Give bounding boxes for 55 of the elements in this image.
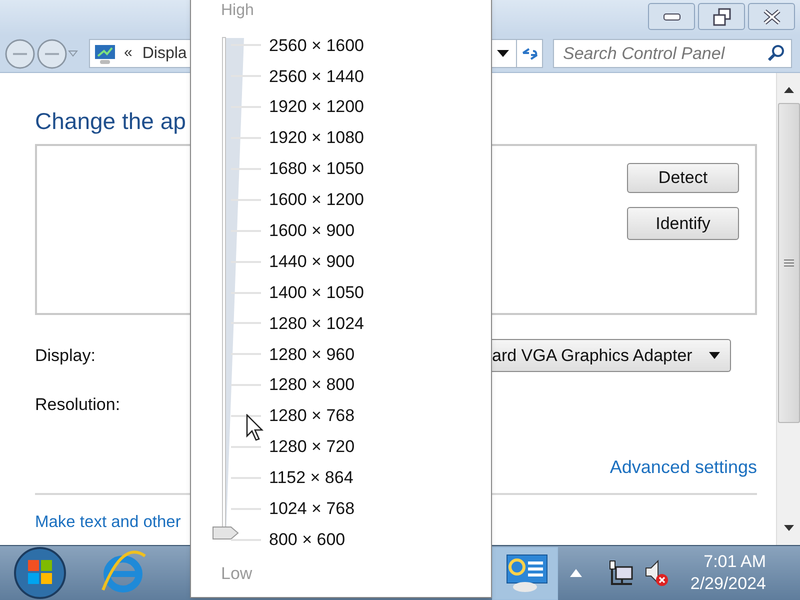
resolution-option[interactable]: 1600 × 1200 — [269, 187, 364, 213]
resolution-option[interactable]: 1920 × 1200 — [269, 94, 364, 120]
identify-button[interactable]: Identify — [627, 207, 739, 240]
scrollbar[interactable] — [776, 73, 800, 545]
resolution-option[interactable]: 1280 × 800 — [269, 372, 355, 398]
resolution-option[interactable]: 2560 × 1440 — [269, 64, 364, 90]
resolution-option[interactable]: 1600 × 900 — [269, 218, 355, 244]
caret-icon — [709, 352, 720, 359]
resolution-option[interactable]: 2560 × 1600 — [269, 32, 364, 58]
resolution-option[interactable]: 1280 × 960 — [269, 342, 355, 368]
search-icon[interactable] — [767, 44, 785, 62]
resolution-option[interactable]: 1280 × 768 — [269, 403, 355, 429]
resolution-label: Resolution: — [35, 394, 120, 416]
low-label: Low — [221, 563, 252, 585]
scrollbar-thumb[interactable] — [778, 103, 800, 423]
close-button[interactable] — [748, 3, 795, 30]
restore-button[interactable] — [698, 3, 745, 30]
page-title: Change the ap — [35, 107, 186, 136]
close-icon — [762, 8, 782, 24]
resolution-option[interactable]: 1280 × 1024 — [269, 310, 364, 336]
minimize-button[interactable] — [648, 3, 695, 30]
minimize-icon — [662, 12, 680, 20]
display-label: Display: — [35, 344, 96, 367]
refresh-icon — [520, 46, 538, 62]
resolution-option[interactable]: 1152 × 864 — [269, 465, 354, 491]
show-hidden-icons-icon[interactable] — [570, 569, 582, 577]
refresh-button[interactable] — [517, 39, 543, 68]
search-field[interactable]: Search Control Panel — [553, 39, 792, 68]
breadcrumb-item[interactable]: Displa — [140, 42, 187, 66]
resolution-option[interactable]: 800 × 600 — [269, 526, 346, 552]
resolution-option[interactable]: 1680 × 1050 — [269, 156, 364, 182]
restore-icon — [712, 8, 730, 26]
network-icon[interactable] — [608, 560, 634, 586]
advanced-settings-link[interactable]: Advanced settings — [610, 454, 757, 480]
resolution-option[interactable]: 1280 × 720 — [269, 434, 355, 460]
breadcrumb-chevron[interactable]: « — [124, 42, 132, 65]
display-dropdown[interactable]: ard VGA Graphics Adapter — [492, 339, 731, 372]
scroll-down-icon[interactable] — [784, 525, 794, 531]
high-label: High — [221, 2, 254, 19]
dropdown-arrow-icon[interactable] — [497, 50, 509, 58]
detect-button[interactable]: Detect — [627, 163, 739, 193]
scroll-up-icon[interactable] — [784, 87, 794, 93]
resolution-option[interactable]: 1024 × 768 — [269, 496, 355, 522]
grip-icon — [784, 259, 794, 267]
resolution-option[interactable]: 1400 × 1050 — [269, 280, 364, 306]
resolution-option[interactable]: 1920 × 1080 — [269, 125, 364, 151]
slider-thumb[interactable] — [212, 526, 239, 540]
clock-date[interactable]: 2/29/2024 — [690, 573, 766, 595]
start-button[interactable] — [13, 546, 67, 600]
monitor-icon — [94, 42, 116, 64]
text-size-link[interactable]: Make text and other — [35, 510, 181, 534]
cursor-icon — [246, 414, 266, 442]
control-panel-taskbar-button[interactable] — [492, 546, 558, 600]
speaker-icon[interactable] — [644, 559, 668, 587]
resolution-option[interactable]: 1440 × 900 — [269, 248, 355, 274]
